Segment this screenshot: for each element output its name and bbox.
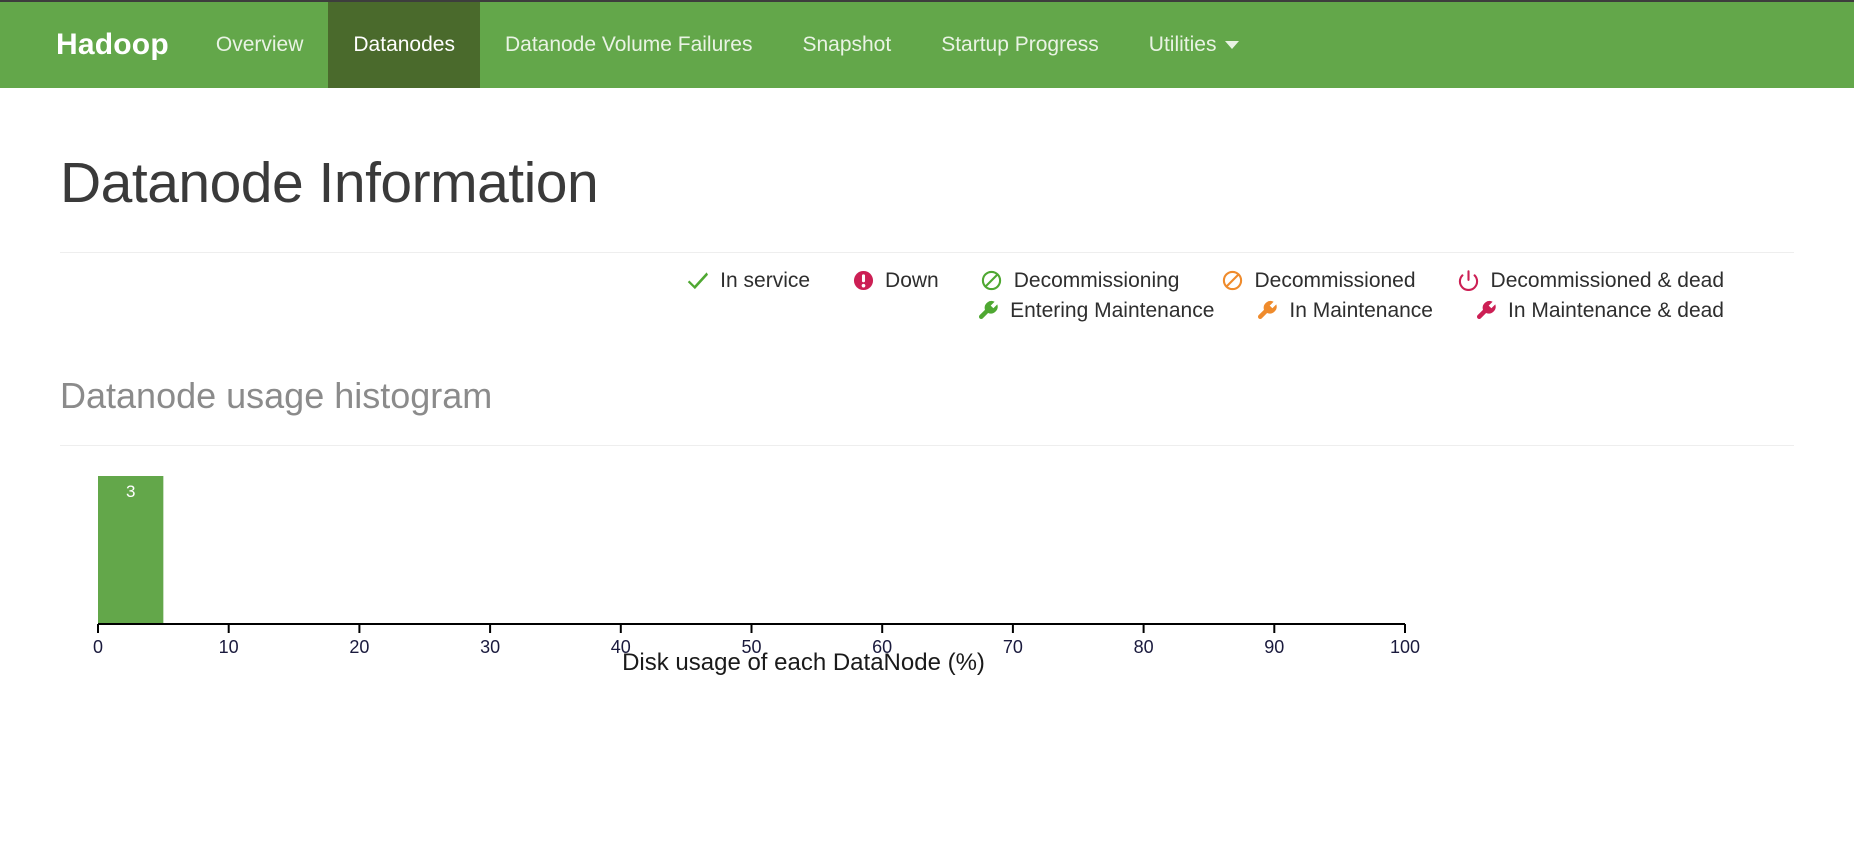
legend-label: In service [720,268,811,292]
nav-item-datanode-volume-failures[interactable]: Datanode Volume Failures [480,2,777,88]
legend-item-entering-maintenance: Entering Maintenance [977,299,1214,321]
x-axis-tick-label: 100 [1390,637,1420,657]
nav-item-label: Utilities [1148,33,1217,56]
status-legend: In service Down Decommissioning Decommis… [60,269,1794,321]
check-icon [687,269,709,291]
histogram-svg: 30 10 20 30 40 50 60 70 80 90 100Disk usage of eac… [93,476,1420,676]
x-axis-tick-label: 0 [93,637,103,657]
nav-item-label: Datanode Volume Failures [504,33,753,56]
ban-icon [981,269,1003,291]
legend-label: In Maintenance & dead [1508,298,1724,322]
nav-item-label: Snapshot [802,33,892,56]
x-axis-tick-label: 80 [1134,637,1154,657]
nav-item-utilities-dropdown[interactable]: Utilities [1124,2,1265,88]
exclamation-circle-icon [852,269,874,291]
x-axis-tick-label: 70 [1003,637,1023,657]
histogram-divider [60,445,1794,446]
nav-item-overview[interactable]: Overview [191,2,329,88]
nav-item-startup-progress[interactable]: Startup Progress [916,2,1124,88]
legend-item-in-maintenance: In Maintenance [1256,299,1433,321]
nav-item-label: Startup Progress [941,33,1099,56]
ban-icon [1221,269,1243,291]
caret-down-icon [1225,41,1240,49]
x-axis-title: Disk usage of each DataNode (%) [622,649,985,676]
nav-item-datanodes[interactable]: Datanodes [328,2,480,88]
page-title: Datanode Information [60,151,599,215]
histogram-bar-value-label: 3 [126,482,135,501]
x-axis-tick-label: 20 [349,637,369,657]
wrench-icon [1256,299,1278,321]
legend-item-decommissioned: Decommissioned [1221,268,1416,292]
nav-item-label: Datanodes [353,33,455,56]
nav-item-snapshot[interactable]: Snapshot [777,2,916,88]
brand-link[interactable]: Hadoop [0,2,191,88]
legend-label: Decommissioned [1254,268,1416,292]
legend-label: Decommissioning [1013,268,1180,292]
legend-row: In service Down Decommissioning Decommis… [60,269,1724,291]
legend-label: Entering Maintenance [1010,298,1215,322]
legend-label: Down [885,268,939,292]
page-container: Datanode Information In service Down Dec… [0,150,1854,698]
x-axis-tick-label: 30 [480,637,500,657]
x-axis-tick-label: 90 [1264,637,1284,657]
legend-item-down: Down [852,269,939,291]
nav-item-label: Overview [215,33,304,56]
legend-item-in-service: In service [687,269,810,291]
power-off-icon [1458,269,1480,291]
datanode-usage-histogram-chart: 3 0 10 20 30 40 50 60 70 80 90 100 Disk usage of eac… [60,468,1794,698]
legend-label: Decommissioned & dead [1490,268,1724,292]
wrench-icon [1475,299,1497,321]
wrench-icon [977,299,999,321]
legend-item-decommissioned-and-dead: Decommissioned & dead [1458,269,1724,291]
nav-item-list: Overview Datanodes Datanode Volume Failu… [191,2,1265,88]
legend-item-in-maintenance-and-dead: In Maintenance & dead [1475,299,1724,321]
histogram-heading: Datanode usage histogram [60,375,493,416]
legend-item-decommissioning: Decommissioning [981,268,1180,292]
title-divider [60,252,1794,253]
legend-row: Entering Maintenance In Maintenance In M… [60,299,1724,321]
top-navbar: Hadoop Overview Datanodes Datanode Volum… [0,0,1854,88]
legend-label: In Maintenance [1289,298,1433,322]
x-axis-tick-label: 10 [219,637,239,657]
